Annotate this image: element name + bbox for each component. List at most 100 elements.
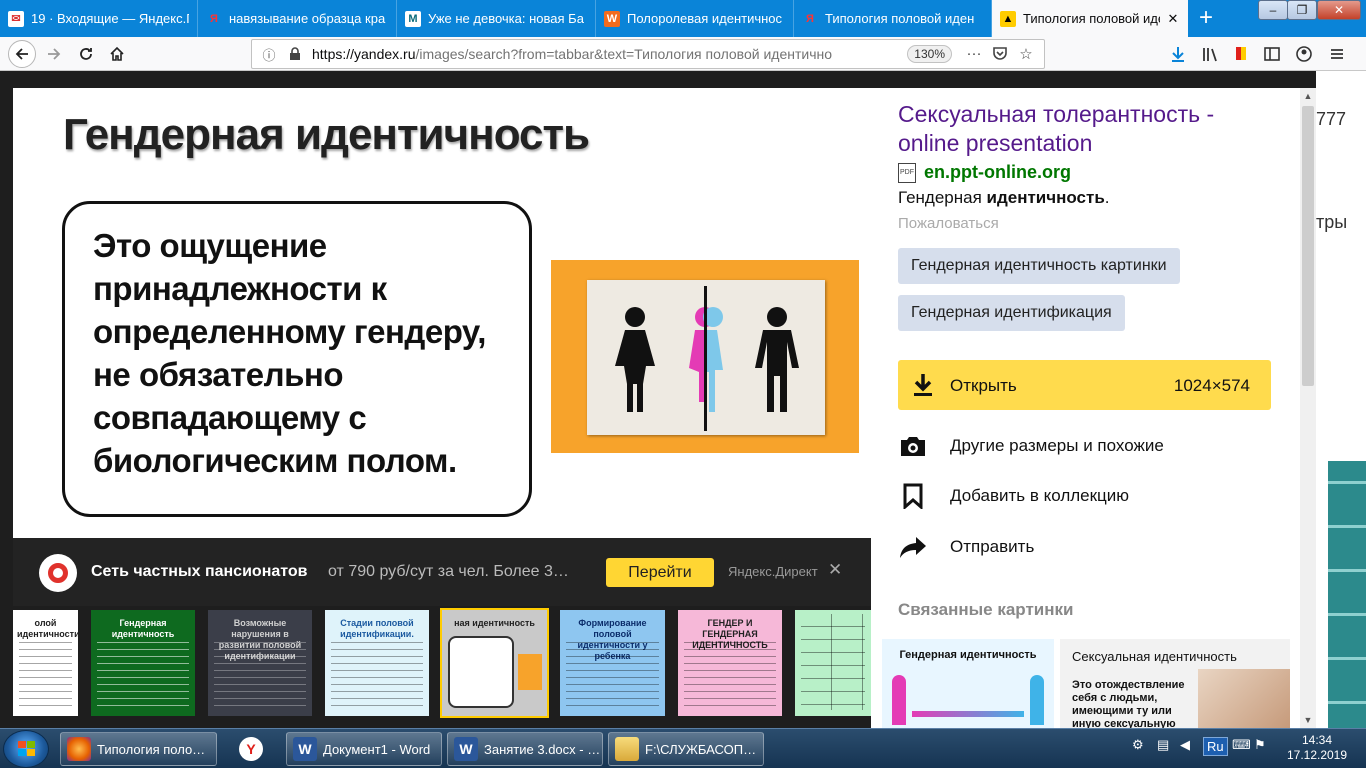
tab-article[interactable]: M Уже не девочка: новая Ба bbox=[397, 0, 596, 37]
tray-keyboard-icon[interactable]: ⌨ bbox=[1232, 737, 1251, 753]
reload-button[interactable] bbox=[74, 42, 98, 66]
hamburger-menu-icon bbox=[1331, 49, 1343, 59]
image-dimensions: 1024×574 bbox=[1173, 376, 1250, 395]
add-to-collection-button[interactable]: Добавить в коллекцию bbox=[898, 482, 1129, 510]
yandex-icon: Я bbox=[806, 12, 814, 25]
thumbnail-4[interactable]: Стадии половой идентификации. bbox=[325, 610, 429, 716]
restroom-sign bbox=[587, 280, 825, 435]
ad-banner[interactable]: Сеть частных пансионатов от 790 руб/сут … bbox=[13, 538, 871, 606]
library-button[interactable] bbox=[1198, 42, 1222, 66]
scroll-up-arrow-icon[interactable]: ▲ bbox=[1300, 88, 1316, 104]
thumbnail-1[interactable]: олой идентичности bbox=[13, 610, 78, 716]
source-link[interactable]: PDF en.ppt-online.org bbox=[898, 162, 1071, 183]
divider-line bbox=[704, 286, 707, 431]
tray-flag-icon[interactable]: ⚑ bbox=[1254, 737, 1266, 753]
menu-button[interactable] bbox=[1325, 42, 1349, 66]
yandex-icon: Я bbox=[210, 12, 218, 25]
related-image-1[interactable]: Гендерная идентичность bbox=[882, 639, 1054, 728]
slide-title: Гендерная идентичность bbox=[63, 110, 590, 159]
reload-icon bbox=[80, 48, 92, 60]
taskbar-word-lesson3[interactable]: W Занятие 3.docx - … bbox=[447, 732, 603, 766]
zoom-indicator[interactable]: 130% bbox=[907, 45, 952, 63]
tray-network-tools-icon[interactable]: ⚙ bbox=[1132, 737, 1144, 753]
mail-icon: ✉ bbox=[8, 10, 24, 27]
new-tab-button[interactable]: + bbox=[1192, 4, 1220, 32]
window-close-button[interactable]: ✕ bbox=[1317, 0, 1361, 20]
tab-typology-active[interactable]: ▲ Типология половой иден ✕ bbox=[992, 0, 1188, 37]
main-image[interactable]: Гендерная идентичность Это ощущение прин… bbox=[13, 88, 871, 538]
taskbar-firefox[interactable]: Типология поло… bbox=[60, 732, 217, 766]
page-actions-icon[interactable]: ··· bbox=[964, 45, 984, 65]
ad-source-label: Яндекс.Директ bbox=[728, 564, 818, 579]
back-button[interactable] bbox=[8, 40, 36, 68]
taskbar-explorer-folder[interactable]: F:\СЛУЖБАСОП… bbox=[608, 732, 764, 766]
tag-gender-identification[interactable]: Гендерная идентификация bbox=[898, 295, 1125, 331]
other-sizes-button[interactable]: Другие размеры и похожие bbox=[898, 432, 1164, 460]
report-link[interactable]: Пожаловаться bbox=[898, 215, 999, 232]
url-text[interactable]: https://yandex.ru/images/search?from=tab… bbox=[312, 46, 832, 62]
thumbnail-2[interactable]: Гендерная идентичность bbox=[91, 610, 195, 716]
ad-title[interactable]: Сеть частных пансионатов bbox=[91, 563, 307, 581]
thumbnail-6[interactable]: Формирование половой идентичности у ребе… bbox=[560, 610, 665, 716]
tab-bar: ✉ 19 · Входящие — Яндекс.По Я навязывани… bbox=[0, 0, 1366, 37]
info-icon[interactable]: ⓘ bbox=[260, 45, 278, 63]
forward-button[interactable] bbox=[42, 42, 66, 66]
related-image-2[interactable]: Сексуальная идентичность Это отождествле… bbox=[1060, 639, 1290, 728]
scroll-thumb[interactable] bbox=[1302, 106, 1314, 386]
man-figure-icon bbox=[1030, 675, 1044, 725]
tray-volume-icon[interactable]: ◀ bbox=[1180, 737, 1190, 753]
home-button[interactable] bbox=[105, 42, 129, 66]
account-button[interactable] bbox=[1292, 42, 1316, 66]
downloads-button[interactable] bbox=[1166, 42, 1190, 66]
address-bar[interactable]: ⓘ https://yandex.ru/images/search?from=t… bbox=[251, 39, 1045, 69]
taskbar-word-document1[interactable]: W Документ1 - Word bbox=[286, 732, 442, 766]
tab-gender-roles[interactable]: W Полоролевая идентичнос bbox=[596, 0, 794, 37]
photo bbox=[1198, 669, 1290, 728]
source-page-title-link[interactable]: Сексуальная толерантность - online prese… bbox=[898, 100, 1248, 158]
thumbnail-8[interactable] bbox=[795, 610, 871, 716]
star-bookmark-icon[interactable]: ☆ bbox=[1016, 45, 1036, 65]
bookmark-flag-button[interactable] bbox=[1229, 42, 1253, 66]
download-icon bbox=[914, 374, 932, 396]
tag-gender-identity-pictures[interactable]: Гендерная идентичность картинки bbox=[898, 248, 1180, 284]
slide-definition-box: Это ощущение принадлежности к определенн… bbox=[62, 201, 532, 517]
forward-arrow-icon bbox=[48, 48, 61, 60]
start-button[interactable] bbox=[3, 730, 49, 768]
taskbar-yandex-browser[interactable]: Y bbox=[222, 732, 280, 766]
pocket-icon[interactable] bbox=[990, 45, 1010, 65]
minimize-button[interactable]: – bbox=[1258, 0, 1288, 20]
sidebar-button[interactable] bbox=[1260, 42, 1284, 66]
word-icon: W bbox=[293, 737, 317, 761]
close-viewer-button[interactable]: ✕ bbox=[1325, 81, 1359, 117]
tray-network-icon[interactable]: ▤ bbox=[1157, 737, 1169, 753]
scroll-down-arrow-icon[interactable]: ▼ bbox=[1300, 712, 1316, 728]
image-info-panel: Сексуальная толерантность - online prese… bbox=[871, 88, 1300, 728]
panel-scrollbar[interactable]: ▲ ▼ bbox=[1300, 88, 1316, 728]
tab-mail[interactable]: ✉ 19 · Входящие — Яндекс.По bbox=[0, 0, 198, 37]
system-clock[interactable]: 14:34 17.12.2019 bbox=[1277, 733, 1357, 763]
gender-figures-icon bbox=[615, 286, 799, 431]
thumbnail-3[interactable]: Возможные нарушения в развитии половой и… bbox=[208, 610, 312, 716]
bookmark-icon bbox=[898, 482, 928, 510]
thumbnail-7[interactable]: ГЕНДЕР И ГЕНДЕРНАЯ ИДЕНТИЧНОСТЬ bbox=[678, 610, 782, 716]
m-icon: M bbox=[405, 10, 421, 27]
open-image-button[interactable]: Открыть 1024×574 bbox=[898, 360, 1271, 410]
image-viewer-page: 777 тры ✕ Гендерная идентичность Это ощу… bbox=[0, 71, 1366, 728]
tab-typology-1[interactable]: Я Типология половой иден bbox=[794, 0, 992, 37]
share-button[interactable]: Отправить bbox=[898, 533, 1034, 561]
advertiser-logo-icon bbox=[39, 554, 77, 592]
close-ad-icon[interactable]: ✕ bbox=[828, 560, 842, 580]
tab-yandex-search[interactable]: Я навязывание образца кра bbox=[198, 0, 397, 37]
thumbnail-5-selected[interactable]: ная идентичность bbox=[440, 608, 549, 718]
language-indicator[interactable]: Ru bbox=[1203, 737, 1228, 756]
lock-icon[interactable] bbox=[286, 45, 304, 63]
background-table bbox=[1328, 461, 1366, 728]
ad-go-button[interactable]: Перейти bbox=[606, 558, 714, 587]
close-tab-icon[interactable]: ✕ bbox=[1166, 11, 1180, 27]
windows-logo-icon bbox=[18, 741, 35, 756]
windows-taskbar: Типология поло… Y W Документ1 - Word W З… bbox=[0, 728, 1366, 768]
account-icon bbox=[1296, 46, 1312, 62]
restore-button[interactable]: ❐ bbox=[1287, 0, 1317, 20]
related-images-heading: Связанные картинки bbox=[898, 600, 1074, 619]
camera-search-icon bbox=[898, 432, 928, 460]
